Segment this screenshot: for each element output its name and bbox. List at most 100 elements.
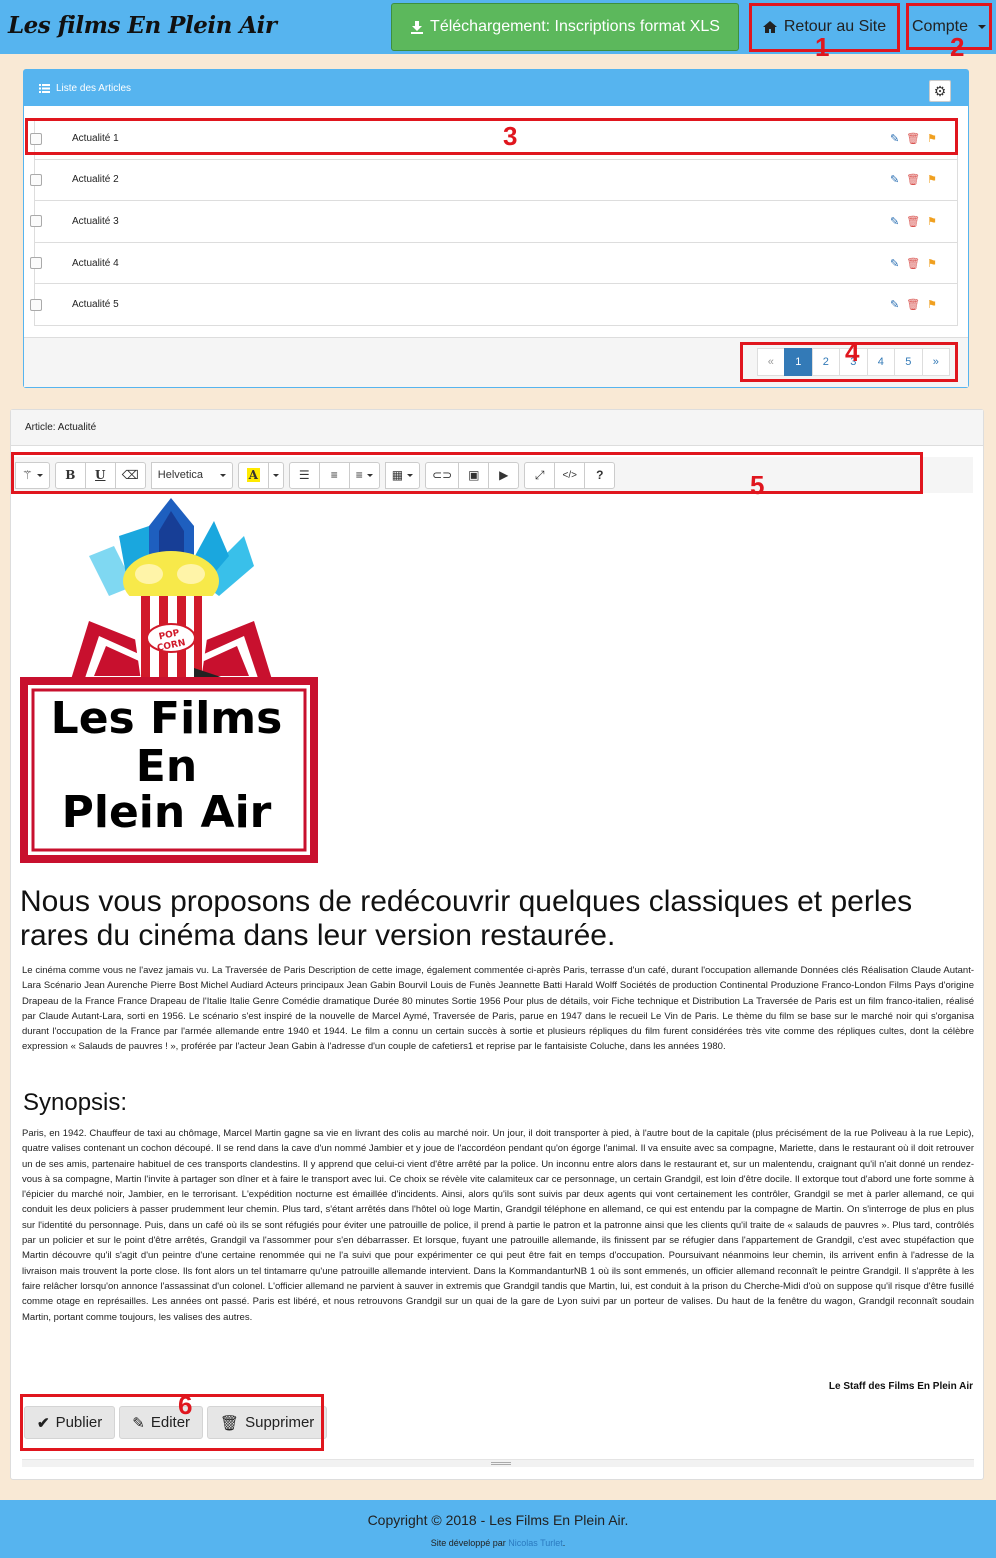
- trash-icon[interactable]: 🗑: [906, 257, 920, 270]
- row-checkbox[interactable]: [30, 215, 42, 228]
- articles-panel-footer: « 1 2 3 4 5 »: [24, 337, 968, 387]
- chevron-down-icon: [978, 25, 987, 29]
- fullscreen-button[interactable]: ⤢: [524, 461, 556, 489]
- pagination-page-4[interactable]: 4: [866, 348, 895, 376]
- paragraph-button[interactable]: ≡: [348, 461, 380, 489]
- pencil-icon[interactable]: ✎: [890, 257, 899, 270]
- underline-icon: U: [95, 468, 106, 482]
- table-group: ▦: [384, 461, 421, 489]
- footer-dev-prefix: Site développé par: [430, 1538, 506, 1548]
- format-group: B U ⌫: [54, 461, 146, 489]
- table-icon: ▦: [391, 468, 404, 482]
- resize-grip-icon: [491, 1462, 511, 1465]
- video-button[interactable]: ▶: [488, 461, 520, 489]
- annotation-number-5: 5: [750, 470, 765, 500]
- list-item[interactable]: Actualité 4 ✎ 🗑 ⚑: [30, 242, 958, 285]
- row-checkbox[interactable]: [30, 257, 42, 270]
- synopsis-paragraph: Paris, en 1942. Chauffeur de taxi au chô…: [22, 1128, 974, 1323]
- row-actions: ✎ 🗑 ⚑: [890, 215, 937, 228]
- chevron-down-icon: [219, 473, 226, 477]
- table-button[interactable]: ▦: [384, 461, 421, 489]
- image-button[interactable]: ▣: [458, 461, 490, 489]
- ordered-list-button[interactable]: ≡: [318, 461, 350, 489]
- pagination-next[interactable]: »: [921, 348, 950, 376]
- list-item[interactable]: Actualité 5 ✎ 🗑 ⚑: [30, 284, 958, 326]
- row-checkbox[interactable]: [30, 298, 42, 311]
- chevron-down-icon: [366, 473, 373, 477]
- pagination-page-1[interactable]: 1: [784, 348, 813, 376]
- pagination-page-5[interactable]: 5: [894, 348, 923, 376]
- trash-icon[interactable]: 🗑: [906, 173, 920, 186]
- help-button[interactable]: ?: [584, 461, 616, 489]
- article-actions: ✔ Publier ✎ Editer 🗑 Supprimer: [24, 1406, 328, 1439]
- trash-icon[interactable]: 🗑: [906, 132, 920, 145]
- top-navbar: Les films En Plein Air Téléchargement: I…: [0, 0, 996, 54]
- settings-button[interactable]: ⚙: [929, 80, 951, 102]
- flag-icon[interactable]: ⚑: [927, 132, 937, 145]
- link-icon: ⊂⊃: [432, 468, 453, 482]
- download-xls-button[interactable]: Téléchargement: Inscriptions format XLS: [391, 3, 739, 51]
- trash-icon[interactable]: 🗑: [906, 298, 920, 311]
- unordered-list-button[interactable]: ☰: [288, 461, 320, 489]
- check-icon: ✔: [37, 1414, 50, 1432]
- synopsis-heading: Synopsis:: [23, 1089, 128, 1116]
- annotation-number-2: 2: [950, 32, 965, 62]
- article-title: Actualité 1: [72, 133, 119, 145]
- style-button[interactable]: ⚚: [15, 461, 50, 489]
- bold-button[interactable]: B: [54, 461, 86, 489]
- home-icon: [762, 21, 777, 33]
- publish-label: Publier: [55, 1414, 103, 1431]
- pencil-icon[interactable]: ✎: [890, 173, 899, 186]
- back-to-site-label: Retour au Site: [783, 18, 887, 35]
- annotation-number-3: 3: [503, 121, 518, 151]
- article-editor-panel: Article: Actualité ⚚ B U ⌫ Helvetica A ☰…: [10, 409, 984, 1480]
- pencil-icon[interactable]: ✎: [890, 215, 899, 228]
- article-title: Actualité 4: [72, 257, 119, 269]
- trash-icon[interactable]: 🗑: [906, 215, 920, 228]
- article-paragraph-intro: Le cinéma comme vous ne l'avez jamais vu…: [22, 965, 974, 1053]
- list-item[interactable]: Actualité 2 ✎ 🗑 ⚑: [30, 159, 958, 202]
- footer-dev-link[interactable]: Nicolas Turlet: [508, 1538, 563, 1548]
- color-dropdown-button[interactable]: [267, 461, 284, 489]
- account-dropdown[interactable]: Compte: [907, 3, 991, 51]
- delete-button[interactable]: 🗑 Supprimer: [207, 1406, 328, 1439]
- font-family-value: Helvetica: [157, 469, 204, 481]
- page-footer: Copyright © 2018 - Les Films En Plein Ai…: [0, 1500, 996, 1558]
- code-view-button[interactable]: </>: [554, 461, 586, 489]
- publish-button[interactable]: ✔ Publier: [24, 1406, 116, 1439]
- expand-icon: ⤢: [534, 467, 545, 482]
- list-item[interactable]: Actualité 1 ✎ 🗑 ⚑: [30, 118, 958, 160]
- flag-icon[interactable]: ⚑: [927, 215, 937, 228]
- editor-resize-bar[interactable]: [22, 1459, 974, 1467]
- annotation-number-1: 1: [815, 32, 830, 62]
- row-actions: ✎ 🗑 ⚑: [890, 132, 937, 145]
- articles-list: Actualité 1 ✎ 🗑 ⚑ Actualité 2 ✎ 🗑 ⚑ Actu…: [30, 118, 958, 326]
- underline-button[interactable]: U: [84, 461, 116, 489]
- brand-logo[interactable]: Les films En Plein Air: [8, 12, 277, 39]
- pagination-prev[interactable]: «: [756, 348, 785, 376]
- list-item[interactable]: Actualité 3 ✎ 🗑 ⚑: [30, 201, 958, 243]
- flag-icon[interactable]: ⚑: [927, 257, 937, 270]
- articles-list-panel: Liste des Articles ⚙ Actualité 1 ✎ 🗑 ⚑ A…: [23, 69, 969, 388]
- chevron-down-icon: [272, 473, 279, 477]
- pagination-page-2[interactable]: 2: [811, 348, 840, 376]
- footer-dev-suffix: .: [562, 1538, 566, 1548]
- text-color-button[interactable]: A: [237, 461, 269, 489]
- row-checkbox[interactable]: [30, 173, 42, 186]
- flag-icon[interactable]: ⚑: [927, 173, 937, 186]
- pencil-icon[interactable]: ✎: [890, 132, 899, 145]
- text-color-icon: A: [246, 468, 260, 482]
- footer-copyright: Copyright © 2018 - Les Films En Plein Ai…: [367, 1512, 629, 1528]
- flag-icon[interactable]: ⚑: [927, 298, 937, 311]
- align-left-icon: ≡: [355, 468, 363, 482]
- download-icon: [411, 21, 424, 34]
- font-family-select[interactable]: Helvetica: [150, 461, 233, 489]
- pencil-icon[interactable]: ✎: [890, 298, 899, 311]
- row-checkbox[interactable]: [30, 132, 42, 145]
- delete-label: Supprimer: [245, 1414, 315, 1431]
- link-button[interactable]: ⊂⊃: [425, 461, 460, 489]
- chevron-down-icon: [407, 473, 414, 477]
- code-icon: </>: [562, 469, 577, 481]
- style-group: ⚚: [15, 461, 50, 489]
- clear-format-button[interactable]: ⌫: [114, 461, 146, 489]
